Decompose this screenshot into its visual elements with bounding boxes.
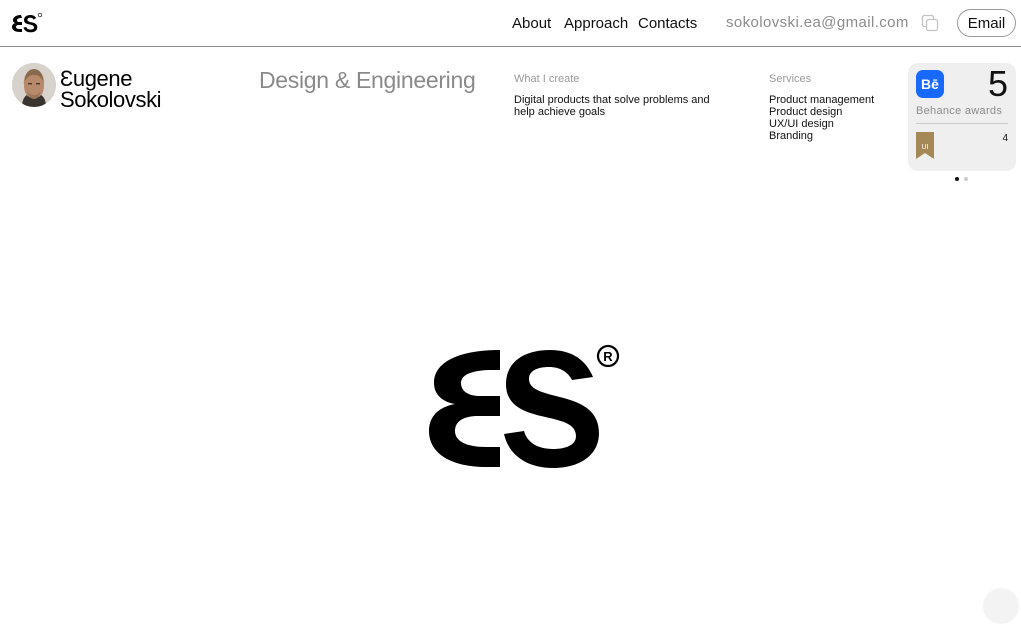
nav-about-link[interactable]: About [512,15,551,32]
top-navigation-bar: About Approach Contacts sokolovski.ea@gm… [0,0,1021,47]
es-logo-icon[interactable] [10,12,42,34]
email-button[interactable]: Email [957,9,1016,37]
award-label: Behance awards [916,105,1003,117]
award-count: 5 [987,63,1008,104]
behance-awards-card[interactable]: Bē 5 Behance awards UI 4 [908,63,1016,171]
ribbon-icon: UI [916,132,934,159]
avatar-photo-icon [12,63,56,107]
ribbon-count: 4 [1002,133,1008,144]
last-name: Sokolovski [60,87,162,112]
award-divider [916,123,1008,124]
carousel-dots [955,177,968,181]
service-item: Product design [769,106,843,118]
nav-contacts-link[interactable]: Contacts [638,15,697,32]
behance-icon: Bē [916,70,944,98]
services-label: Services [769,73,812,85]
profile-name: Ɛugene Sokolovski [60,66,162,112]
service-item: Branding [769,130,814,142]
first-name: Ɛugene [60,66,133,91]
what-i-create-text: Digital products that solve problems and… [514,94,710,118]
services-list: Product management Product design UX/UI … [769,94,874,142]
ribbon-label: UI [921,144,929,151]
copy-icon[interactable] [921,14,939,32]
email-address-text[interactable]: sokolovski.ea@gmail.com [726,14,909,31]
service-item: Product management [769,94,875,106]
scroll-button[interactable] [983,588,1019,624]
nav-approach-link[interactable]: Approach [564,15,628,32]
carousel-dot-2[interactable] [964,177,968,181]
es-registered-logo-icon: R [429,344,620,468]
carousel-dot-1[interactable] [955,177,959,181]
what-i-create-label: What I create [514,73,580,85]
service-item: UX/UI design [769,118,834,130]
avatar [12,63,56,107]
tagline: Design & Engineering [259,67,476,93]
svg-text:R: R [603,349,613,364]
